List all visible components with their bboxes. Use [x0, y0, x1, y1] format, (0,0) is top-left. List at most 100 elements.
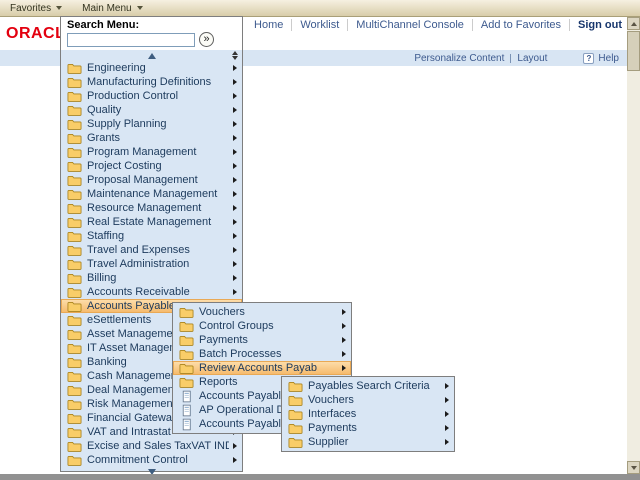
- menu-item[interactable]: Supply Planning: [61, 117, 242, 131]
- menu-item[interactable]: Billing: [61, 271, 242, 285]
- menu-item[interactable]: Quality: [61, 103, 242, 117]
- menu-item[interactable]: Excise and Sales TaxVAT IND: [61, 439, 242, 453]
- folder-icon: [67, 300, 82, 313]
- menu-item[interactable]: Proposal Management: [61, 173, 242, 187]
- menu-item[interactable]: Manufacturing Definitions: [61, 75, 242, 89]
- menu-item[interactable]: Real Estate Management: [61, 215, 242, 229]
- personalize-content-link[interactable]: Personalize Content: [414, 53, 504, 64]
- help-link[interactable]: Help: [598, 53, 619, 64]
- folder-icon: [67, 76, 82, 89]
- folder-icon: [67, 384, 82, 397]
- menu-item[interactable]: Production Control: [61, 89, 242, 103]
- submenu-arrow-icon: [233, 205, 237, 211]
- menu-item[interactable]: Accounts Receivable: [61, 285, 242, 299]
- submenu-arrow-icon: [233, 79, 237, 85]
- folder-icon: [67, 104, 82, 117]
- menu-item-label: Engineering: [87, 62, 229, 74]
- submenu-arrow-icon: [233, 121, 237, 127]
- menu-search-input[interactable]: [67, 33, 195, 47]
- sign-out-link[interactable]: Sign out: [569, 19, 624, 31]
- menu-item-label: Resource Management: [87, 202, 229, 214]
- nav-link[interactable]: MultiChannel Console: [347, 19, 472, 31]
- menu-scroll-up[interactable]: [61, 50, 242, 61]
- menu-item-label: Proposal Management: [87, 174, 229, 186]
- help-icon: ?: [583, 53, 594, 64]
- menu-item[interactable]: Commitment Control: [61, 453, 242, 467]
- favorites-menu-button[interactable]: Favorites: [0, 0, 72, 16]
- menu-item[interactable]: Program Management: [61, 145, 242, 159]
- scrollbar-up-button[interactable]: [627, 17, 640, 30]
- menu-item[interactable]: Batch Processes: [173, 347, 351, 361]
- menu-item[interactable]: Resource Management: [61, 201, 242, 215]
- menu-item-label: Payments: [199, 334, 338, 346]
- nav-link-label: Worklist: [300, 19, 339, 31]
- folder-icon: [67, 314, 82, 327]
- menu-item[interactable]: Travel Administration: [61, 257, 242, 271]
- menu-item-label: Interfaces: [308, 408, 441, 420]
- nav-link[interactable]: Worklist: [291, 19, 347, 31]
- menu-item[interactable]: Interfaces: [282, 407, 454, 421]
- menu-item[interactable]: Vouchers: [282, 393, 454, 407]
- menu-resize-handle[interactable]: [232, 51, 238, 60]
- menu-item-label: Project Costing: [87, 160, 229, 172]
- menu-item[interactable]: Maintenance Management: [61, 187, 242, 201]
- menu-item[interactable]: Engineering: [61, 61, 242, 75]
- menu-item[interactable]: Grants: [61, 131, 242, 145]
- folder-icon: [67, 174, 82, 187]
- menu-item[interactable]: Payables Search Criteria: [282, 379, 454, 393]
- folder-icon: [179, 376, 194, 389]
- scrollbar-down-button[interactable]: [627, 461, 640, 474]
- submenu-arrow-icon: [233, 107, 237, 113]
- submenu-arrow-icon: [342, 351, 346, 357]
- menu-item[interactable]: Review Accounts Payab: [173, 361, 351, 375]
- menu-search-go-button[interactable]: »: [199, 32, 214, 47]
- menu-item-label: Vouchers: [308, 394, 441, 406]
- menu-item-label: Supply Planning: [87, 118, 229, 130]
- scrollbar-thumb[interactable]: [627, 31, 640, 71]
- layout-link[interactable]: Layout: [517, 53, 547, 64]
- submenu-arrow-icon: [233, 261, 237, 267]
- submenu-arrow-icon: [233, 289, 237, 295]
- menu-item[interactable]: Payments: [173, 333, 351, 347]
- submenu-arrow-icon: [342, 337, 346, 343]
- folder-icon: [67, 258, 82, 271]
- submenu-arrow-icon: [233, 247, 237, 253]
- menu-item-label: Program Management: [87, 146, 229, 158]
- menu-item-label: Review Accounts Payab: [199, 362, 338, 374]
- menu-item[interactable]: Supplier: [282, 435, 454, 449]
- folder-icon: [67, 90, 82, 103]
- nav-link[interactable]: Home: [246, 19, 291, 31]
- folder-icon: [288, 394, 303, 407]
- folder-icon: [67, 202, 82, 215]
- folder-icon: [288, 422, 303, 435]
- folder-icon: [67, 216, 82, 229]
- header-nav: Home Worklist MultiChannel ConsoleAdd to F…: [246, 19, 624, 31]
- folder-icon: [67, 454, 82, 467]
- submenu-arrow-icon: [445, 397, 449, 403]
- menu-item[interactable]: Control Groups: [173, 319, 351, 333]
- menu-item-label: Staffing: [87, 230, 229, 242]
- menu-item-label: Billing: [87, 272, 229, 284]
- menu-item[interactable]: Project Costing: [61, 159, 242, 173]
- menu-item[interactable]: Payments: [282, 421, 454, 435]
- folder-icon: [179, 320, 194, 333]
- folder-icon: [67, 132, 82, 145]
- main-menu-button[interactable]: Main Menu: [72, 0, 152, 16]
- vertical-scrollbar[interactable]: [627, 17, 640, 474]
- menu-item-label: Manufacturing Definitions: [87, 76, 229, 88]
- submenu-arrow-icon: [233, 135, 237, 141]
- menu-item[interactable]: Travel and Expenses: [61, 243, 242, 257]
- folder-icon: [67, 118, 82, 131]
- folder-icon: [67, 62, 82, 75]
- menu-item[interactable]: Vouchers: [173, 305, 351, 319]
- submenu-arrow-icon: [233, 163, 237, 169]
- folder-icon: [288, 380, 303, 393]
- menu-item[interactable]: Staffing: [61, 229, 242, 243]
- menu-item-label: Maintenance Management: [87, 188, 229, 200]
- folder-icon: [67, 230, 82, 243]
- chevron-down-icon: [137, 6, 143, 10]
- scrollbar-up-icon: [631, 22, 637, 26]
- nav-link[interactable]: Add to Favorites: [472, 19, 569, 31]
- nav-link-label: Home: [254, 19, 283, 31]
- submenu-arrow-icon: [445, 411, 449, 417]
